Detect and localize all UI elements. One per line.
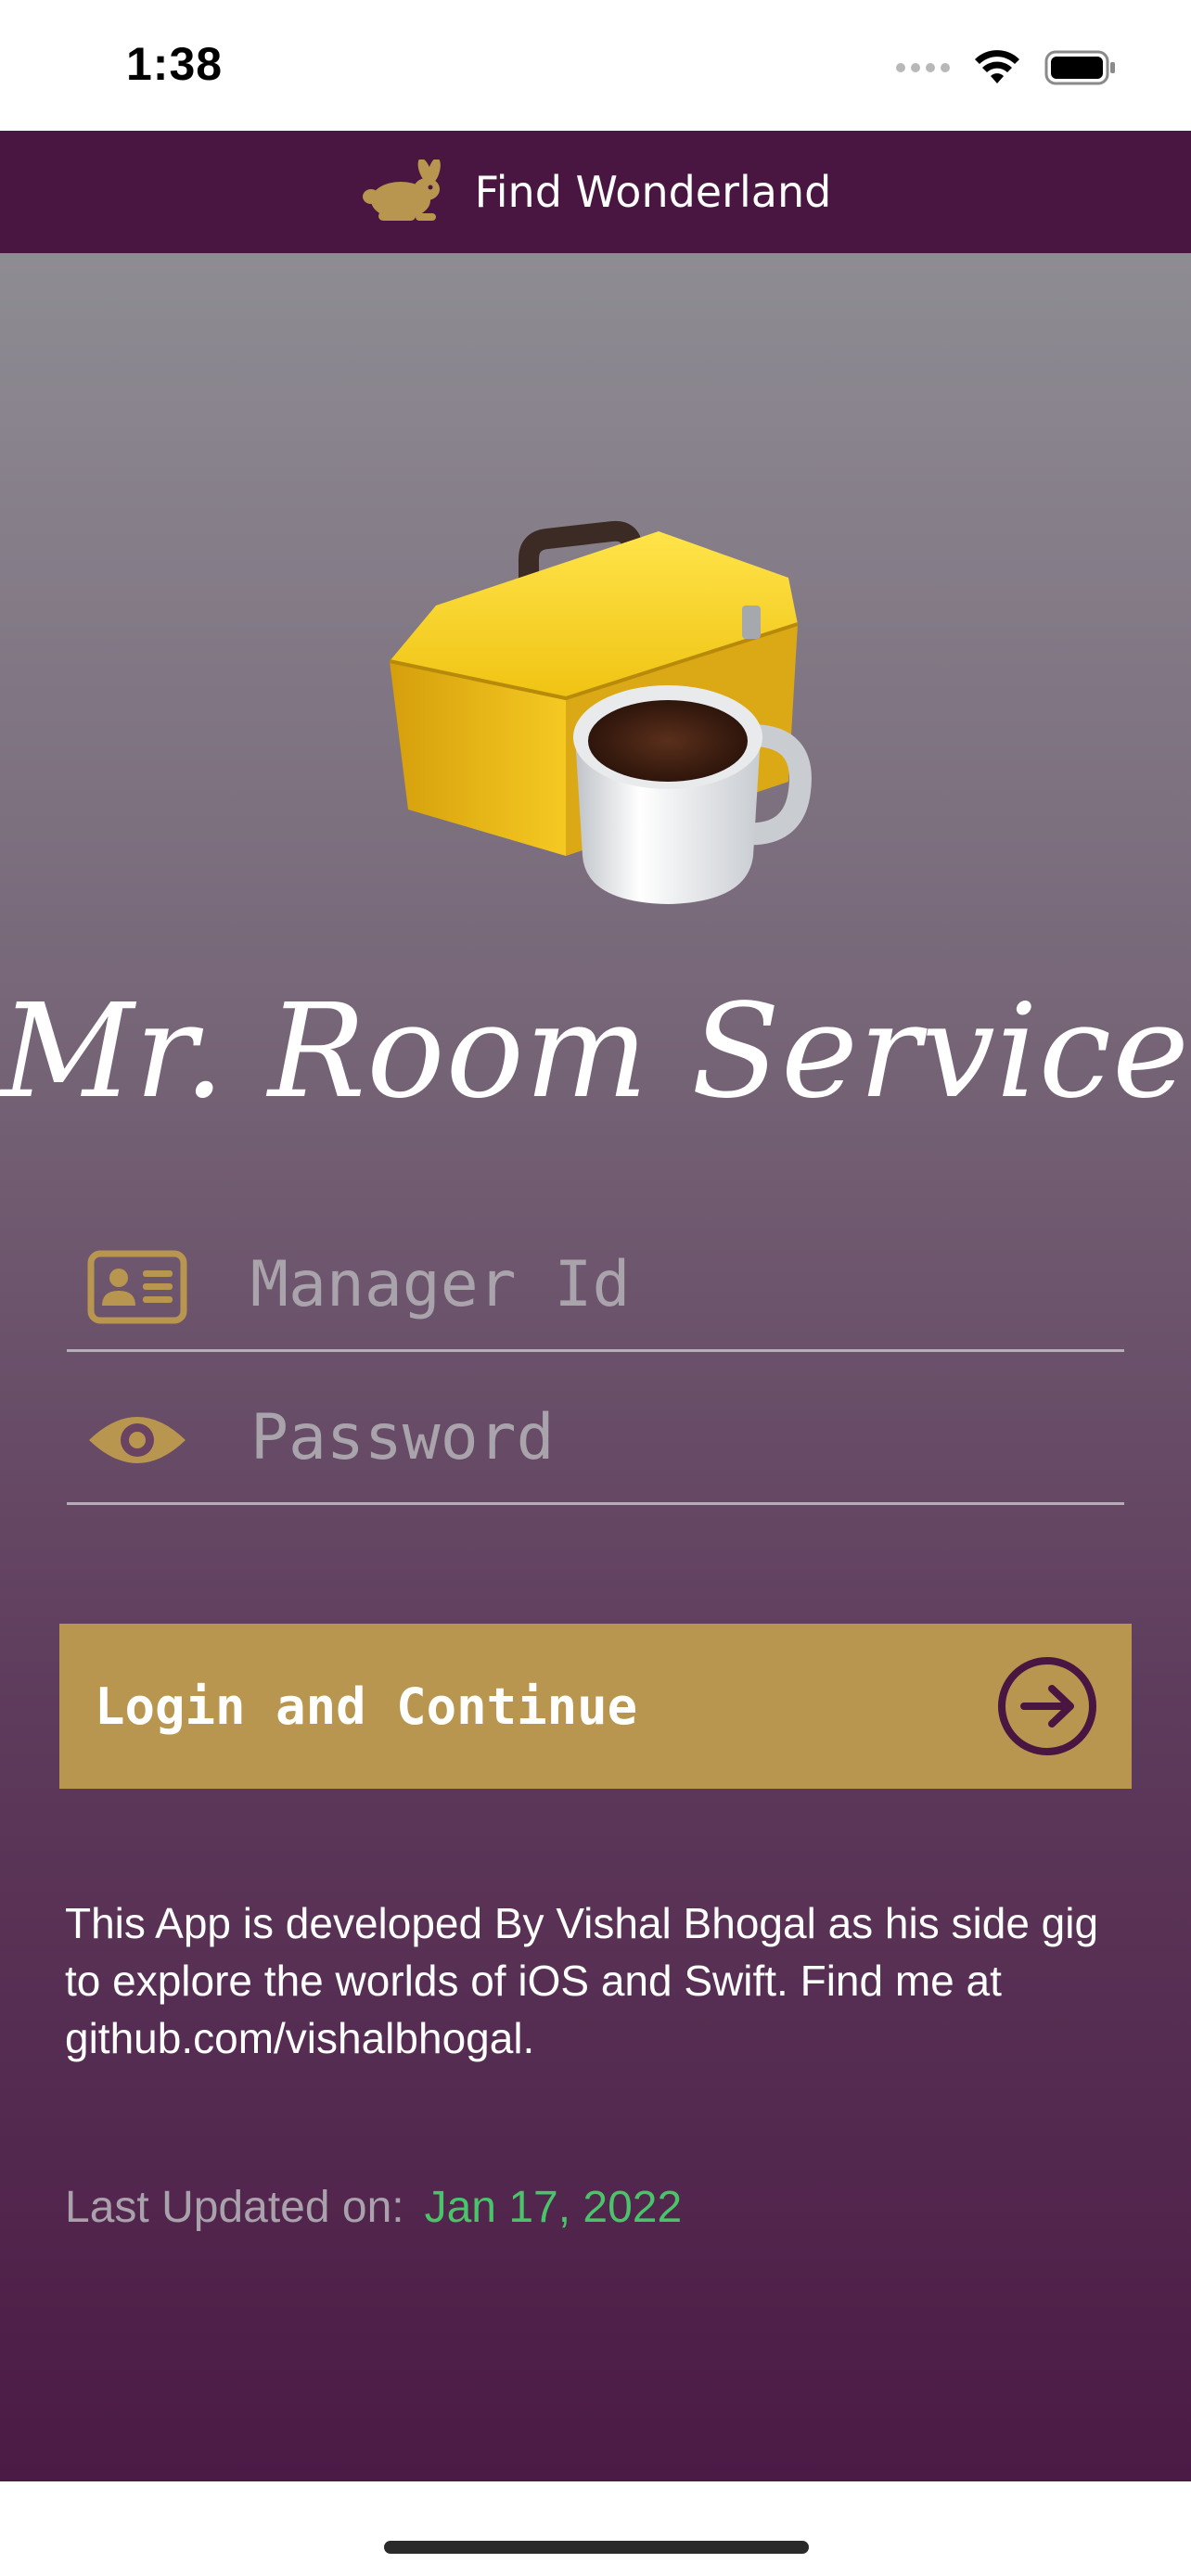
eye-icon[interactable] [87, 1403, 187, 1477]
developer-info-text: This App is developed By Vishal Bhogal a… [65, 1899, 1099, 2062]
signal-dots-icon [896, 63, 950, 72]
password-input[interactable] [249, 1386, 1102, 1488]
arrow-right-circle-icon [998, 1657, 1096, 1755]
login-screen: Mr. Room Service Login and Continue This… [0, 253, 1191, 2481]
nav-bar: Find Wonderland [0, 131, 1191, 253]
manager-id-field[interactable] [67, 1213, 1124, 1352]
status-bar: 1:38 [0, 0, 1191, 131]
nav-title: Find Wonderland [474, 167, 832, 217]
login-button[interactable]: Login and Continue [59, 1624, 1132, 1789]
last-updated-date: Jan 17, 2022 [424, 2183, 683, 2232]
toolbox-coffee-icon [389, 520, 812, 904]
last-updated: Last Updated on: Jan 17, 2022 [65, 2182, 682, 2233]
home-indicator[interactable] [384, 2541, 809, 2554]
battery-icon [1044, 50, 1115, 85]
manager-id-input[interactable] [249, 1233, 1102, 1335]
status-time: 1:38 [126, 38, 224, 90]
id-card-icon [87, 1250, 187, 1324]
wifi-icon [975, 50, 1019, 83]
last-updated-label: Last Updated on: [65, 2183, 404, 2232]
password-field[interactable] [67, 1366, 1124, 1505]
home-indicator-area [0, 2481, 1191, 2576]
login-button-label: Login and Continue [95, 1677, 638, 1736]
status-icons [896, 45, 1117, 91]
rabbit-icon [362, 159, 441, 221]
app-title: Mr. Room Service [1, 976, 1190, 1128]
